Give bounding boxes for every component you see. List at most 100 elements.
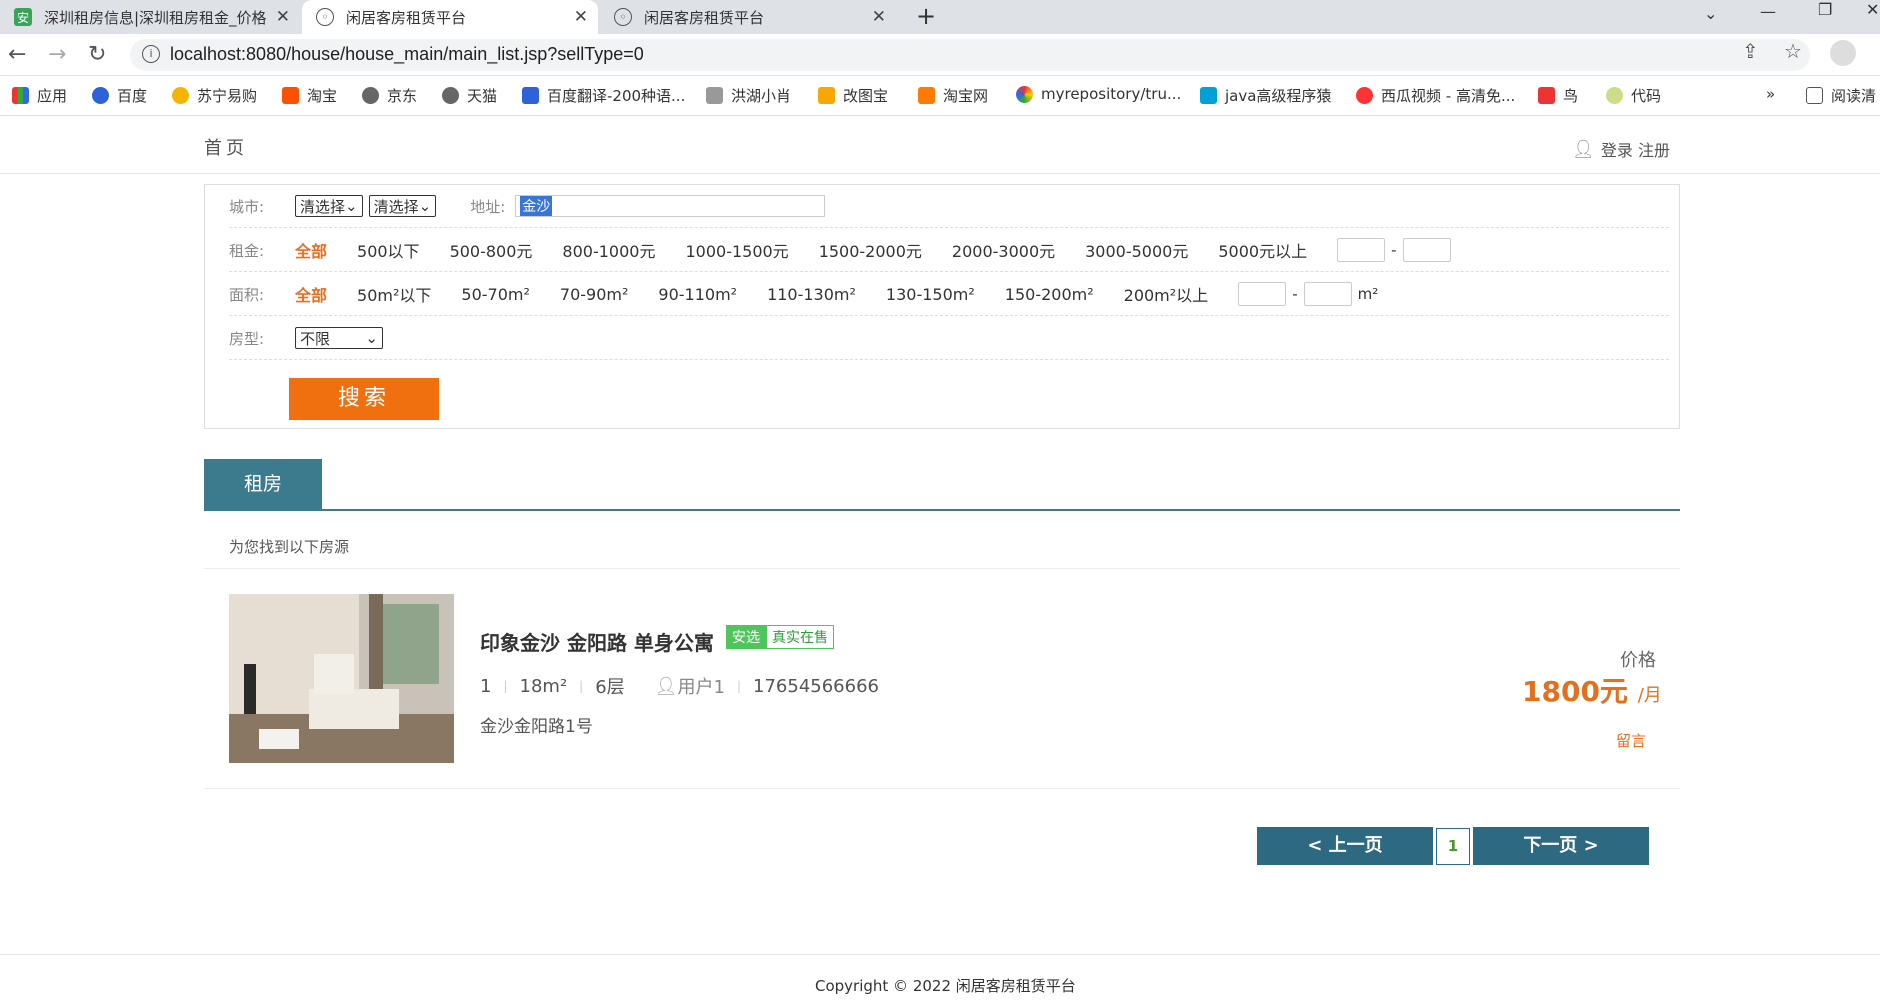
house-type-select[interactable]: 不限 ⌄ (295, 327, 383, 349)
bookmark-label: 京东 (387, 87, 418, 105)
star-icon[interactable]: ☆ (1784, 39, 1802, 63)
area-option[interactable]: 70-90m² (560, 285, 629, 304)
bookmark-label: 淘宝网 (943, 87, 989, 105)
address-bar[interactable]: i localhost:8080/house/house_main/main_l… (130, 39, 1810, 71)
rent-option[interactable]: 2000-3000元 (952, 238, 1055, 262)
bookmark-label: 代码 (1631, 87, 1662, 105)
rent-option[interactable]: 800-1000元 (562, 238, 655, 262)
login-register[interactable]: 👤︎ 登录 注册 (1572, 137, 1670, 161)
area-option[interactable]: 50m²以下 (357, 282, 431, 306)
rent-option[interactable]: 500-800元 (450, 238, 533, 262)
listing-meta: 1 | 18m² | 6层 👤︎ 用户1 | 17654566666 (480, 673, 879, 699)
room-photo (229, 594, 454, 763)
gaitubao-icon (818, 87, 835, 104)
video-icon (1356, 87, 1373, 104)
area-option[interactable]: 90-110m² (658, 285, 737, 304)
browser-tab-1[interactable]: 安 深圳租房信息|深圳租房租金_价格 ✕ (0, 0, 300, 34)
back-arrow-icon[interactable]: ← (8, 42, 26, 67)
close-icon[interactable]: ✕ (276, 7, 290, 27)
rent-option[interactable]: 3000-5000元 (1085, 238, 1188, 262)
bookmark-tmall[interactable]: 天猫 (442, 85, 497, 106)
rent-max-input[interactable] (1402, 238, 1451, 262)
share-icon[interactable]: ⇪ (1742, 39, 1759, 63)
prev-page-button[interactable]: < 上一页 (1257, 827, 1433, 865)
bookmark-code[interactable]: 代码 (1606, 85, 1661, 106)
info-icon[interactable]: i (142, 45, 160, 63)
price-label: 价格 (1620, 650, 1656, 671)
reload-icon[interactable]: ↻ (88, 42, 106, 67)
rent-option-all[interactable]: 全部 (295, 238, 327, 262)
browser-tab-3[interactable]: ◦ 闲居客房租赁平台 ✕ (600, 0, 896, 34)
bookmark-suning[interactable]: 苏宁易购 (172, 85, 257, 106)
city-select-city[interactable]: 清选择 ⌄ (368, 195, 437, 217)
area-label: 面积: (229, 285, 265, 304)
bookmark-bird[interactable]: 鸟 (1538, 85, 1578, 106)
area-min-input[interactable] (1238, 282, 1287, 306)
city-row: 城市: 清选择 ⌄ 清选择 ⌄ 地址: 金沙 (229, 185, 1669, 228)
login-register-text[interactable]: 登录 注册 (1601, 137, 1670, 161)
new-tab-button[interactable]: + (916, 2, 936, 30)
forward-arrow-icon[interactable]: → (48, 42, 66, 67)
listing-thumbnail[interactable] (229, 594, 454, 763)
bookmark-baidu-translate[interactable]: 百度翻译-200种语... (522, 85, 685, 106)
bookmark-honghu[interactable]: 洪湖小肖 (706, 85, 791, 106)
address-input[interactable]: 金沙 (515, 195, 826, 217)
listing-badges: 安选 真实在售 (726, 625, 834, 649)
current-page[interactable]: 1 (1436, 828, 1470, 865)
bookmarks-more-button[interactable]: » (1766, 85, 1775, 103)
bookmark-java[interactable]: java高级程序猿 (1200, 85, 1331, 106)
more-chevron: » (1766, 85, 1776, 103)
rent-row: 租金: 全部 500以下 500-800元 800-1000元 1000-150… (229, 229, 1669, 272)
tab-title: 闲居客房租赁平台 (346, 8, 467, 27)
bookmark-jd[interactable]: 京东 (362, 85, 417, 106)
area-option[interactable]: 130-150m² (886, 285, 975, 304)
next-page-button[interactable]: 下一页 > (1473, 827, 1649, 865)
tab-title: 闲居客房租赁平台 (644, 8, 765, 27)
bilibili-icon (1200, 87, 1217, 104)
bookmark-baidu[interactable]: 百度 (92, 85, 147, 106)
area-option[interactable]: 110-130m² (767, 285, 856, 304)
rent-option[interactable]: 500以下 (357, 238, 420, 262)
chevron-down-icon[interactable]: ⌄ (1704, 4, 1717, 23)
bookmark-taobao-net[interactable]: 淘宝网 (918, 85, 988, 106)
range-dash: - (1292, 285, 1298, 303)
area-option-all[interactable]: 全部 (295, 282, 327, 306)
bookmark-taobao[interactable]: 淘宝 (282, 85, 337, 106)
home-link[interactable]: 首页 (204, 134, 248, 160)
rent-min-input[interactable] (1337, 238, 1386, 262)
chevron-down-icon: ⌄ (418, 197, 432, 215)
city-select-province[interactable]: 清选择 ⌄ (295, 195, 363, 217)
reading-list-button[interactable]: 阅读清 (1806, 85, 1876, 106)
close-window-button[interactable]: ✕ (1866, 0, 1879, 19)
search-button[interactable]: 搜索 (289, 378, 439, 420)
area-max-input[interactable] (1303, 282, 1352, 306)
bookmark-myrepository[interactable]: myrepository/tru... (1016, 85, 1181, 103)
area-option[interactable]: 50-70m² (461, 285, 530, 304)
minimize-button[interactable]: — (1760, 2, 1776, 21)
browser-tab-2[interactable]: ◦ 闲居客房租赁平台 ✕ (302, 0, 598, 34)
select-value: 不限 (300, 329, 331, 348)
tab-rent[interactable]: 租房 (204, 459, 322, 509)
owner-phone: 17654566666 (753, 675, 879, 697)
profile-avatar[interactable] (1830, 40, 1856, 66)
bookmark-gaitubao[interactable]: 改图宝 (818, 85, 888, 106)
browser-tab-bar: 安 深圳租房信息|深圳租房租金_价格 ✕ ◦ 闲居客房租赁平台 ✕ ◦ 闲居客房… (0, 0, 1880, 34)
close-icon[interactable]: ✕ (574, 7, 588, 27)
rent-option[interactable]: 5000元以上 (1218, 238, 1307, 262)
restore-button[interactable]: ❐ (1818, 0, 1832, 19)
area-option[interactable]: 200m²以上 (1124, 282, 1209, 306)
bookmark-xigua[interactable]: 西瓜视频 - 高清免... (1356, 85, 1515, 106)
type-row: 房型: 不限 ⌄ (229, 317, 1669, 360)
listing-title[interactable]: 印象金沙 金阳路 单身公寓 (480, 627, 714, 656)
separator: | (736, 679, 742, 693)
bookmark-apps[interactable]: 应用 (12, 85, 67, 106)
browser-toolbar: ← → ↻ i localhost:8080/house/house_main/… (0, 34, 1880, 76)
url-text[interactable]: localhost:8080/house/house_main/main_lis… (170, 44, 644, 65)
type-label: 房型: (229, 329, 265, 348)
rent-option[interactable]: 1500-2000元 (819, 238, 922, 262)
close-icon[interactable]: ✕ (872, 7, 886, 27)
rent-option[interactable]: 1000-1500元 (685, 238, 788, 262)
leave-message-link[interactable]: 留言 (1616, 730, 1646, 751)
separator: | (579, 679, 584, 693)
area-option[interactable]: 150-200m² (1005, 285, 1094, 304)
